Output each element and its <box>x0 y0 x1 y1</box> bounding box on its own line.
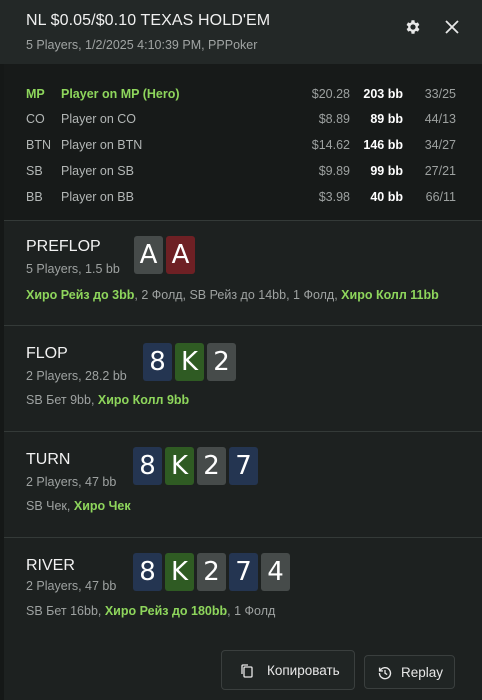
card: 2 <box>197 447 226 485</box>
player-stack-bb: 40 bb <box>370 190 403 204</box>
player-stack-bb: 89 bb <box>370 112 403 126</box>
player-position: BTN <box>26 138 51 152</box>
player-stack-money: $14.62 <box>311 138 350 152</box>
action-text: SB Бет 16bb, <box>26 604 105 618</box>
card: 2 <box>207 343 236 381</box>
card: K <box>165 553 194 591</box>
gear-icon[interactable] <box>404 18 422 36</box>
player-name: Player on CO <box>61 112 137 126</box>
street-info: 2 Players, 28.2 bb <box>26 369 127 383</box>
player-stack-money: $3.98 <box>318 190 350 204</box>
player-stack-bb: 99 bb <box>370 164 403 178</box>
player-stack-money: $20.28 <box>311 87 350 101</box>
player-stats: 34/27 <box>424 138 456 152</box>
player-row: BB Player on BB $3.98 40 bb 66/11 <box>26 190 456 210</box>
card: 8 <box>143 343 172 381</box>
action-text: , 1 Фолд <box>227 604 276 618</box>
player-stats: 33/25 <box>424 87 456 101</box>
player-row: BTN Player on BTN $14.62 146 bb 34/27 <box>26 138 456 158</box>
street-actions: SB Бет 16bb, Хиро Рейз до 180bb, 1 Фолд <box>26 604 275 618</box>
card: A <box>134 236 163 274</box>
hero-action: Хиро Чек <box>73 499 131 513</box>
action-text: SB Чек, <box>26 499 74 513</box>
card: 2 <box>197 553 226 591</box>
copy-button[interactable]: Копировать <box>221 650 355 690</box>
player-position: BB <box>26 190 43 204</box>
hero-action: Хиро Колл 9bb <box>97 393 190 407</box>
player-row: SB Player on SB $9.89 99 bb 27/21 <box>26 164 456 184</box>
replay-button[interactable]: Replay <box>364 655 455 689</box>
street-actions: SB Чек, Хиро Чек <box>26 499 131 513</box>
copy-button-label: Копировать <box>267 663 340 678</box>
replay-icon <box>378 667 392 680</box>
hero-action: Хиро Рейз до 180bb <box>104 604 228 618</box>
player-row: CO Player on CO $8.89 89 bb 44/13 <box>26 112 456 132</box>
player-stats: 66/11 <box>425 190 456 204</box>
window-title: NL $0.05/$0.10 TEXAS HOLD'EM <box>26 12 271 29</box>
street-name: FLOP <box>26 345 68 362</box>
card: K <box>165 447 194 485</box>
street-flop: FLOP 2 Players, 28.2 bb 8 K 2 SB Бет 9bb… <box>4 326 482 431</box>
card: 4 <box>261 553 290 591</box>
player-position: SB <box>26 164 43 178</box>
street-name: TURN <box>26 451 71 468</box>
card: K <box>175 343 204 381</box>
player-name: Player on MP (Hero) <box>61 87 180 101</box>
card: A <box>166 236 195 274</box>
copy-icon <box>241 664 253 678</box>
card: 7 <box>229 553 258 591</box>
player-name: Player on BB <box>61 190 134 204</box>
player-stats: 27/21 <box>424 164 456 178</box>
close-icon[interactable] <box>442 17 462 37</box>
player-position: MP <box>26 87 45 101</box>
hero-action: Хиро Колл 11bb <box>341 288 439 302</box>
player-stats: 44/13 <box>424 112 456 126</box>
player-name: Player on BTN <box>61 138 143 152</box>
header: NL $0.05/$0.10 TEXAS HOLD'EM 5 Players, … <box>0 0 482 64</box>
card: 8 <box>133 447 162 485</box>
street-info: 2 Players, 47 bb <box>26 475 117 489</box>
street-actions: SB Бет 9bb, Хиро Колл 9bb <box>26 393 189 407</box>
player-name: Player on SB <box>61 164 134 178</box>
player-row: MP Player on MP (Hero) $20.28 203 bb 33/… <box>26 87 456 107</box>
card: 7 <box>229 447 258 485</box>
player-stack-money: $8.89 <box>318 112 350 126</box>
action-text: SB Бет 9bb, <box>26 393 98 407</box>
player-stack-bb: 146 bb <box>363 138 403 152</box>
street-info: 2 Players, 47 bb <box>26 579 117 593</box>
street-turn: TURN 2 Players, 47 bb 8 K 2 7 SB Чек, Хи… <box>4 432 482 537</box>
player-position: CO <box>26 112 45 126</box>
street-preflop: PREFLOP 5 Players, 1.5 bb A A Хиро Рейз … <box>4 221 482 325</box>
hand-history-window: NL $0.05/$0.10 TEXAS HOLD'EM 5 Players, … <box>0 0 482 700</box>
street-actions: Хиро Рейз до 3bb, 2 Фолд, SB Рейз до 14b… <box>26 288 439 302</box>
hero-action: Хиро Рейз до 3bb <box>26 288 135 302</box>
replay-button-label: Replay <box>401 665 444 680</box>
player-stack-money: $9.89 <box>318 164 350 178</box>
window-subtitle: 5 Players, 1/2/2025 4:10:39 PM, PPPoker <box>26 38 258 52</box>
street-name: PREFLOP <box>26 238 101 255</box>
street-river: RIVER 2 Players, 47 bb 8 K 2 7 4 SB Бет … <box>4 538 482 638</box>
action-text: , 2 Фолд, SB Рейз до 14bb, 1 Фолд, <box>134 288 342 302</box>
players-table: MP Player on MP (Hero) $20.28 203 bb 33/… <box>4 64 482 220</box>
street-name: RIVER <box>26 557 75 574</box>
player-stack-bb: 203 bb <box>363 87 403 101</box>
street-info: 5 Players, 1.5 bb <box>26 262 120 276</box>
card: 8 <box>133 553 162 591</box>
